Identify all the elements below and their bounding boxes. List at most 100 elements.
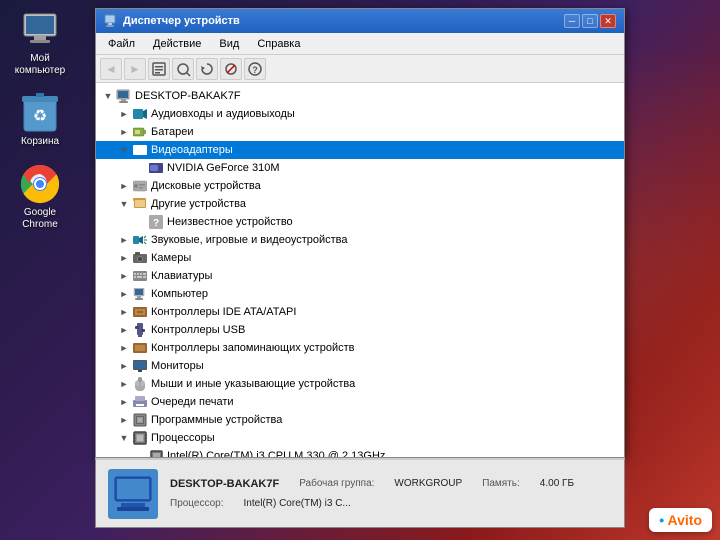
memory-value: 4.00 ГБ [540,476,574,493]
processors-icon [132,430,148,446]
item-expander[interactable]: ► [116,268,132,284]
item-expander[interactable]: ► [116,412,132,428]
item-label: NVIDIA GeForce 310M [167,159,280,177]
update-button[interactable] [196,58,218,80]
item-expander[interactable]: ► [116,286,132,302]
cpu-label: Intel(R) Core(TM) i3 CPU M 330 @ 2.13GHz [167,447,385,457]
avito-badge: • Avito [649,508,712,532]
item-expander[interactable]: ► [116,376,132,392]
video-adapter-icon [132,142,148,158]
item-label: Видеоадаптеры [151,141,233,159]
status-monitor-icon [108,469,158,519]
help-button[interactable]: ? [244,58,266,80]
tree-item[interactable]: ► Клавиатуры [96,267,624,285]
device-tree[interactable]: ▼ DESKTOP-BAKAK7F ► [96,83,624,457]
item-label: Камеры [151,249,191,267]
item-expander[interactable]: ► [116,358,132,374]
item-label: Программные устройства [151,411,282,429]
tree-item-video[interactable]: ▼ Видеоадаптеры [96,141,624,159]
item-expander[interactable]: ► [116,232,132,248]
item-expander[interactable]: ► [116,124,132,140]
status-bar: DESKTOP-BAKAK7F Рабочая группа: WORKGROU… [95,458,625,528]
recycle-icon-label: Корзина [21,136,59,148]
item-label: Аудиовходы и аудиовыходы [151,105,295,123]
tree-item[interactable]: ► Мониторы [96,357,624,375]
tree-item-processors[interactable]: ▼ Процессоры [96,429,624,447]
unknown-device-icon: ? [148,214,164,230]
tree-item[interactable]: ► Батареи [96,123,624,141]
chrome-icon [20,164,60,204]
scan-button[interactable] [172,58,194,80]
item-expander[interactable]: ▼ [116,142,132,158]
tree-item[interactable]: ► Программные устройства [96,411,624,429]
tree-item[interactable]: ► Контроллеры IDE ATA/ATAPI [96,303,624,321]
tree-item[interactable]: ► Камеры [96,249,624,267]
monitor-tree-icon [132,358,148,374]
tree-item-nvidia[interactable]: ► NVIDIA GeForce 310M [96,159,624,177]
minimize-button[interactable]: ─ [564,14,580,28]
item-expander[interactable]: ► [116,394,132,410]
back-button[interactable]: ◄ [100,58,122,80]
root-icon [116,88,132,104]
cpu-icon [148,448,164,457]
tree-item[interactable]: ▼ Другие устройства [96,195,624,213]
status-row-2: Процессор: Intel(R) Core(TM) i3 C... [170,496,612,511]
svg-text:♻: ♻ [33,108,47,125]
tree-item[interactable]: ► Мыши и иные указывающие устройства [96,375,624,393]
window-icon [104,14,118,28]
tree-item[interactable]: ► Очереди печати [96,393,624,411]
forward-button[interactable]: ► [124,58,146,80]
toolbar: ◄ ► [96,55,624,83]
item-label: Клавиатуры [151,267,212,285]
menu-help[interactable]: Справка [249,36,308,52]
window-title: Диспетчер устройств [104,14,240,28]
keyboard-icon [132,268,148,284]
item-expander[interactable]: ► [116,178,132,194]
item-expander[interactable]: ► [116,304,132,320]
tree-item[interactable]: ► Контроллеры запоминающих устройств [96,339,624,357]
item-expander[interactable]: ► [116,106,132,122]
disk-icon [132,178,148,194]
properties-button[interactable] [148,58,170,80]
sound-devices-icon [132,232,148,248]
menu-view[interactable]: Вид [211,36,247,52]
window-titlebar: Диспетчер устройств ─ □ ✕ [96,9,624,33]
desktop-icon-recycle[interactable]: ♻ Корзина [5,93,75,148]
tree-item[interactable]: ► Аудиовходы и аудиовыходы [96,105,624,123]
computer-icon-label: Мой компьютер [5,53,75,77]
computer-icon [20,10,60,50]
avito-brand: Avito [668,512,702,528]
tree-item-unknown[interactable]: ► ? Неизвестное устройство [96,213,624,231]
menu-file[interactable]: Файл [100,36,143,52]
item-label: Батареи [151,123,194,141]
tree-item[interactable]: ► Компьютер [96,285,624,303]
mouse-icon [132,376,148,392]
status-info: DESKTOP-BAKAK7F Рабочая группа: WORKGROU… [170,476,612,511]
menubar: Файл Действие Вид Справка [96,33,624,55]
tree-item[interactable]: ► Контроллеры USB [96,321,624,339]
desktop-icon-chrome[interactable]: Google Chrome [5,164,75,231]
tree-item[interactable]: ► Звуковые, игровые и видеоустройства [96,231,624,249]
tree-item-cpu1[interactable]: ► Intel(R) Core(TM) i3 CPU M 330 @ 2.13G… [96,447,624,457]
desktop: Мой компьютер ♻ Корзина [0,0,720,540]
close-button[interactable]: ✕ [600,14,616,28]
tree-item[interactable]: ► Дисковые устройства [96,177,624,195]
disable-button[interactable] [220,58,242,80]
device-manager-window: Диспетчер устройств ─ □ ✕ Файл Действие … [95,8,625,458]
item-expander[interactable]: ► [116,250,132,266]
desktop-icon-computer[interactable]: Мой компьютер [5,10,75,77]
processor-label: Процессор: [170,496,224,511]
svg-text:?: ? [252,65,258,75]
computer-name-value: DESKTOP-BAKAK7F [170,476,279,493]
other-devices-icon [132,196,148,212]
root-expander[interactable]: ▼ [100,88,116,104]
tree-root[interactable]: ▼ DESKTOP-BAKAK7F [96,87,624,105]
item-expander[interactable]: ▼ [116,196,132,212]
maximize-button[interactable]: □ [582,14,598,28]
printer-icon [132,394,148,410]
item-expander[interactable]: ► [116,322,132,338]
item-expander[interactable]: ► [116,340,132,356]
menu-action[interactable]: Действие [145,36,209,52]
desktop-icon-area: Мой компьютер ♻ Корзина [0,0,80,241]
item-expander[interactable]: ▼ [116,430,132,446]
